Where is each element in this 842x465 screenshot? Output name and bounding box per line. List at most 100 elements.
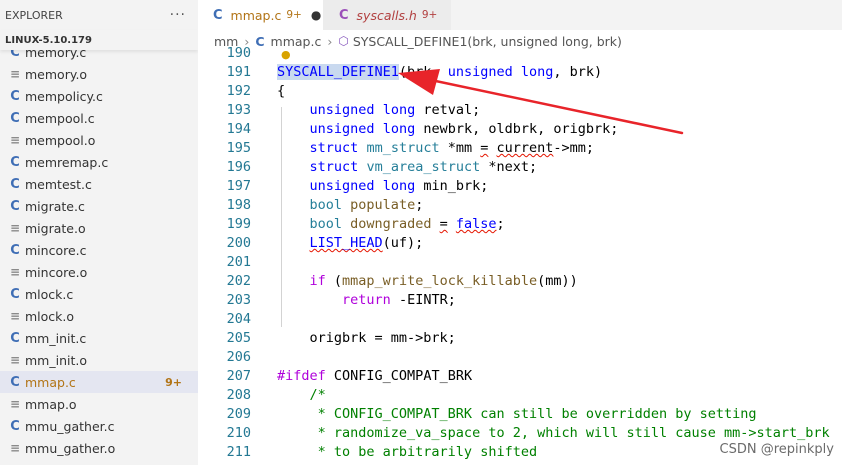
explorer-sidebar: EXPLORER ··· Cmemory.c ≡ memory.o Cmempolic… [0,0,198,465]
file-name: memtest.c [25,176,92,192]
file-item[interactable]: Cmempool.c [0,107,198,129]
code-line[interactable]: 192 { [198,82,842,101]
code-line[interactable]: 207 #ifdef CONFIG_COMPAT_BRK [198,367,842,386]
file-name: mmap.c [25,374,76,390]
line-number: 201 [226,254,251,270]
line-number: 197 [226,178,251,194]
c-file-icon: C [213,7,223,23]
tab-mmap-c[interactable]: C mmap.c 9+ ● [198,0,323,30]
file-item[interactable]: Cmlock.c [0,283,198,305]
unsaved-dot-icon[interactable]: ● [311,8,321,22]
code-line[interactable]: 199 bool downgraded = false; [198,215,842,234]
code-line[interactable]: 200 LIST_HEAD(uf); [198,234,842,253]
file-item[interactable]: ≡ mmu_gather.o [0,437,198,459]
file-name: mm_init.o [25,352,87,368]
code-token: unsigned [309,121,375,137]
code-token: populate [350,197,416,213]
object-file-icon: ≡ [9,397,21,411]
object-file-icon: ≡ [9,309,21,323]
tab-label: syscalls.h [356,7,417,23]
file-name: mmap.o [25,396,77,412]
code-line[interactable]: 196 struct vm_area_struct *next; [198,158,842,177]
code-token: downgraded [350,216,432,232]
line-code: unsigned long retval; [277,101,481,120]
line-code: bool populate; [277,196,424,215]
line-code: struct vm_area_struct *next; [277,158,538,177]
file-item[interactable]: ≡ mmap.o [0,393,198,415]
code-token: bool [309,197,343,213]
line-code: struct mm_struct *mm = current->mm; [277,139,595,158]
file-name: mincore.c [25,242,87,258]
code-line[interactable]: 193 unsigned long retval; [198,101,842,120]
file-name: mempool.o [25,132,96,148]
line-code: unsigned long newbrk, oldbrk, origbrk; [277,120,619,139]
line-number: 210 [226,425,251,441]
c-file-icon: C [10,242,20,258]
code-token: return [342,292,391,308]
code-line[interactable]: 194 unsigned long newbrk, oldbrk, origbr… [198,120,842,139]
problems-badge: 9+ [421,9,438,21]
file-item[interactable]: Cmincore.c [0,239,198,261]
code-token: #ifdef [277,368,326,384]
code-line[interactable]: 197 unsigned long min_brk; [198,177,842,196]
code-line[interactable]: 205 origbrk = mm->brk; [198,329,842,348]
line-number: 199 [226,216,251,232]
line-number: 198 [226,197,251,213]
code-token: ( [325,273,343,289]
file-item[interactable]: Cmmap.c 9+ [0,371,198,393]
code-editor[interactable]: ● 190 191 SYSCALL_DEFINE1(brk, unsigned lo… [198,44,842,465]
code-token: ->mm; [553,140,595,156]
line-code: SYSCALL_DEFINE1(brk, unsigned long, brk) [277,63,602,82]
code-line[interactable]: 195 struct mm_struct *mm = current->mm; [198,139,842,158]
file-item[interactable]: Cmempolicy.c [0,85,198,107]
file-item[interactable]: ≡ memory.o [0,63,198,85]
file-item[interactable]: Cmigrate.c [0,195,198,217]
code-line[interactable]: 210 * randomize_va_space to 2, which wil… [198,424,842,443]
tab-syscalls-h[interactable]: C syscalls.h 9+ [323,0,451,30]
code-line[interactable]: 190 [198,44,842,63]
code-line[interactable]: 198 bool populate; [198,196,842,215]
code-line[interactable]: 204 [198,310,842,329]
code-token: struct [309,159,359,175]
code-line[interactable]: 201 [198,253,842,272]
line-number: 191 [226,64,251,80]
code-line[interactable]: 191 SYSCALL_DEFINE1(brk, unsigned long, b… [198,63,842,82]
file-name: mempolicy.c [25,88,103,104]
code-line[interactable]: 209 * CONFIG_COMPAT_BRK can still be ove… [198,405,842,424]
code-token: ; [415,197,424,213]
file-item[interactable]: ≡ mlock.o [0,305,198,327]
line-number: 200 [226,235,251,251]
file-name: migrate.o [25,220,86,236]
code-token: origbrk = mm->brk; [277,330,456,346]
code-line[interactable]: 203 return -EINTR; [198,291,842,310]
file-item[interactable]: ≡ mm_init.o [0,349,198,371]
workspace-root-folder[interactable]: LINUX-5.10.179 [0,30,198,50]
more-actions-icon[interactable]: ··· [170,7,186,23]
file-item[interactable]: ≡ mempool.o [0,129,198,151]
line-number: 202 [226,273,251,289]
code-token: { [277,83,286,99]
file-name: mmu_gather.c [25,418,115,434]
file-item[interactable]: Cmemremap.c [0,151,198,173]
line-number: 195 [226,140,251,156]
c-header-file-icon: C [339,7,349,23]
code-token: *mm [439,140,481,156]
file-item[interactable]: Cmm_init.c [0,327,198,349]
code-line[interactable]: 202 if (mmap_write_lock_killable(mm)) [198,272,842,291]
code-line[interactable]: 208 /* [198,386,842,405]
code-line[interactable]: 206 [198,348,842,367]
file-item[interactable]: ≡ migrate.o [0,217,198,239]
file-item[interactable]: ≡ mincore.o [0,261,198,283]
file-item[interactable]: Cmemtest.c [0,173,198,195]
file-item[interactable]: Cmmu_gather.c [0,415,198,437]
c-file-icon: C [10,198,20,214]
file-name: migrate.c [25,198,85,214]
code-token: unsigned [447,64,513,80]
code-token: (uf); [382,235,424,251]
